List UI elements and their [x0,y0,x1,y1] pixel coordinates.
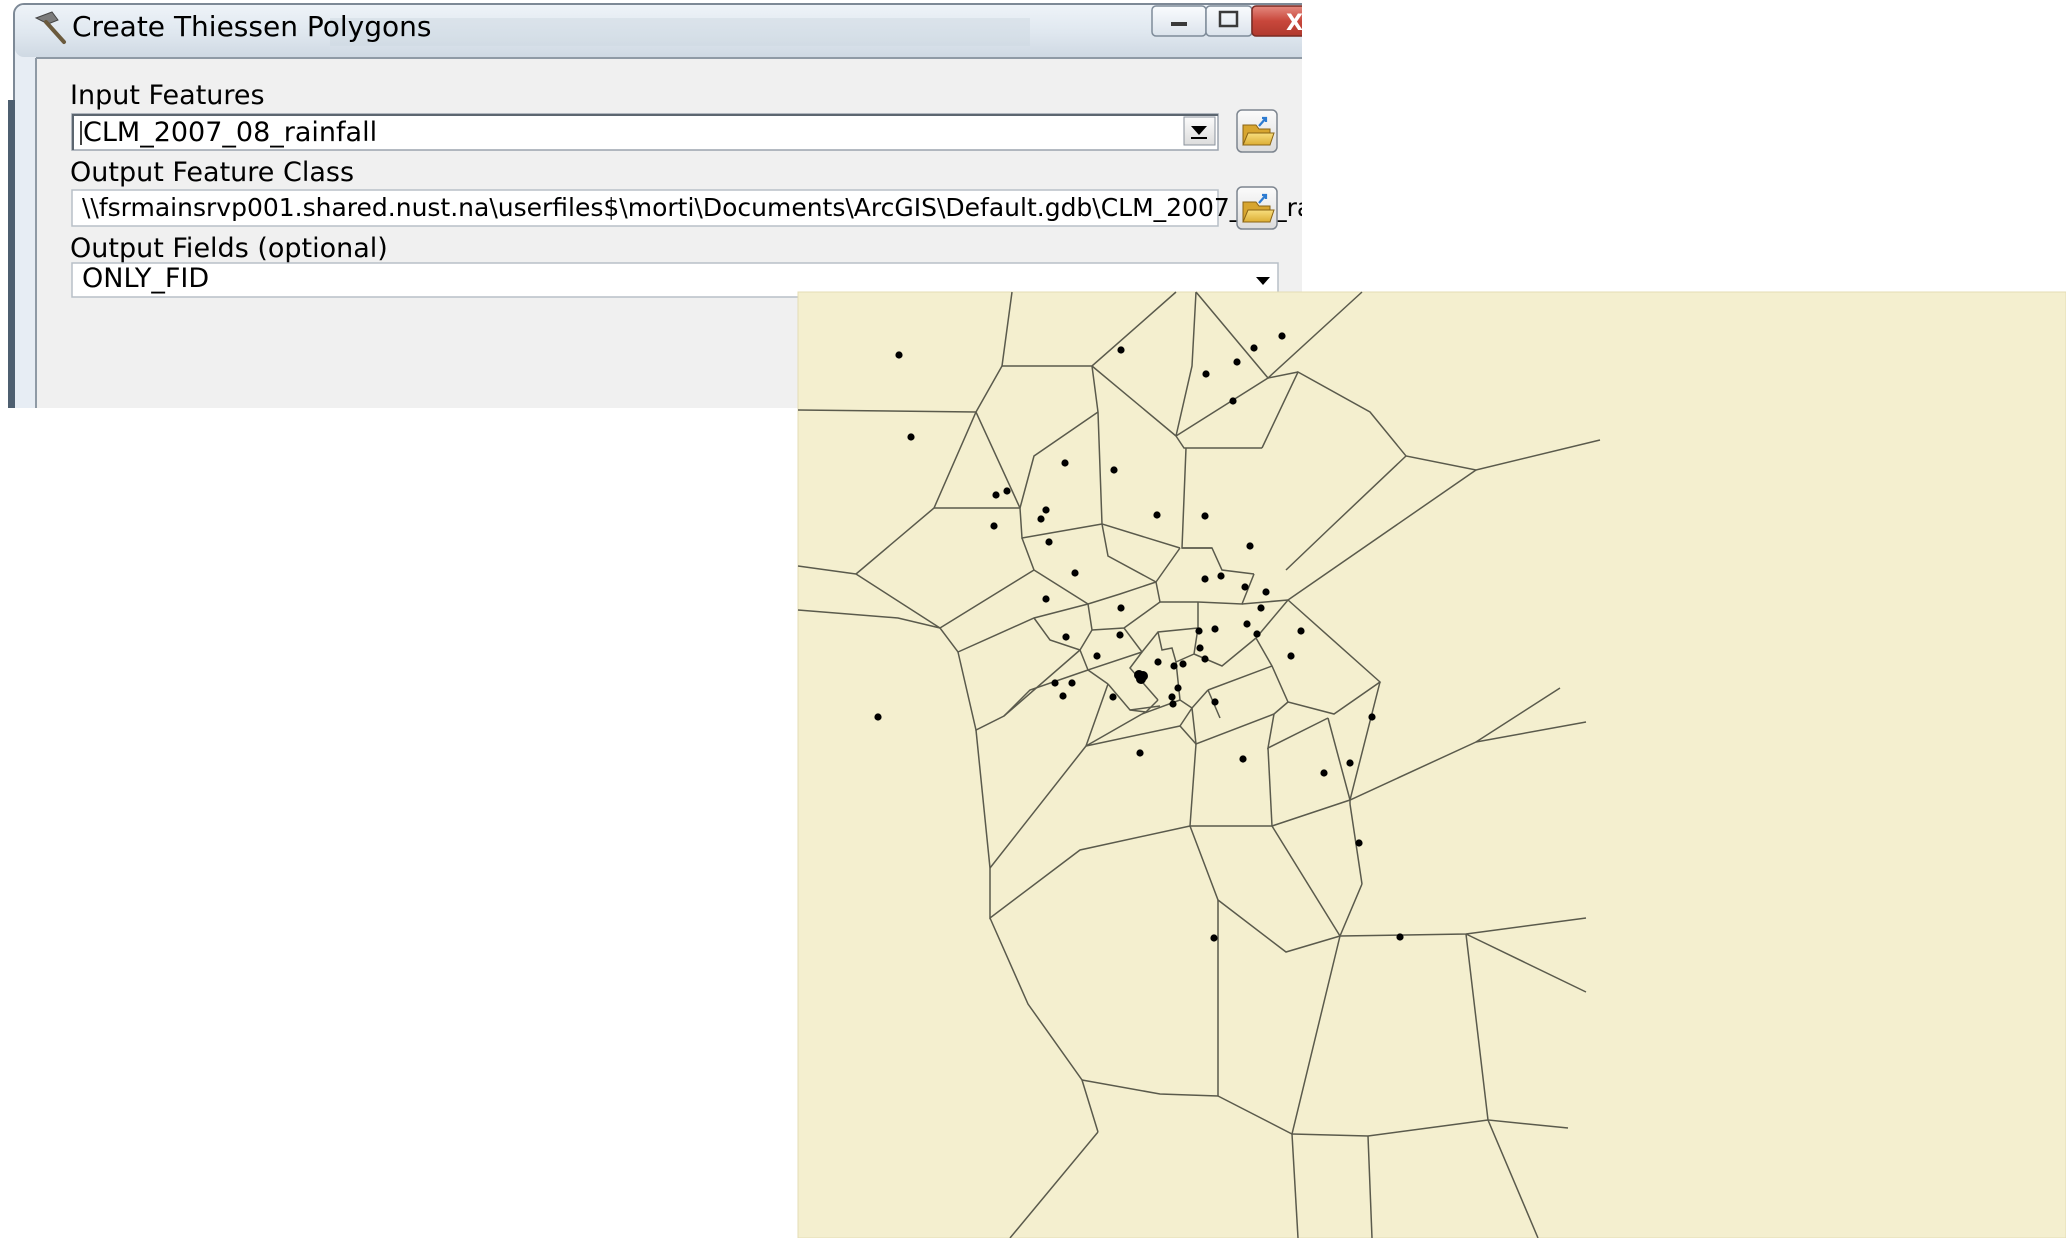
station-point [1110,466,1118,474]
station-point [1253,630,1261,638]
station-point [1117,604,1125,612]
station-point [1210,934,1218,942]
station-point [1262,588,1270,596]
station-point [1346,759,1354,767]
station-point [1278,332,1286,340]
station-point [1217,572,1225,580]
station-point [1169,700,1177,708]
station-point [1250,344,1258,352]
station-point [1136,674,1146,684]
map-background [797,291,2066,1238]
station-point [1051,679,1059,687]
station-point [1154,658,1162,666]
screenshot-canvas: Create Thiessen Polygons X Input Feature… [0,0,2066,1238]
station-point [1320,769,1328,777]
station-point [1003,487,1011,495]
station-point [1042,595,1050,603]
input-features-dropdown-button[interactable] [1183,116,1216,146]
close-button[interactable]: X [1251,5,1332,37]
station-point [1170,662,1178,670]
station-point [992,491,1000,499]
minimize-icon [1171,22,1187,26]
station-point [1062,633,1070,641]
station-point [1297,627,1305,635]
station-point [1257,604,1265,612]
station-point [1045,538,1053,546]
station-point [1396,933,1404,941]
station-point [1211,625,1219,633]
input-features-browse-button[interactable] [1236,109,1278,153]
output-feature-class-input[interactable]: \\fsrmainsrvp001.shared.nust.na\userfile… [71,189,1500,227]
station-point [1117,346,1125,354]
close-icon: X [1286,11,1303,36]
station-point [1243,620,1251,628]
output-fields-value: ONLY_FID [82,263,209,294]
thiessen-polygon-map [797,291,2066,1238]
station-point [874,713,882,721]
station-point [1037,515,1045,523]
station-point [1233,358,1241,366]
station-point [1239,755,1247,763]
station-point [1246,542,1254,550]
station-point [1071,569,1079,577]
station-point [907,433,915,441]
station-point [1229,397,1237,405]
station-point [1202,370,1210,378]
output-feature-class-label: Output Feature Class [70,157,354,188]
station-point [1061,459,1069,467]
station-point [1368,713,1376,721]
station-point [1201,575,1209,583]
station-point [1201,655,1209,663]
station-point [1116,631,1124,639]
window-title: Create Thiessen Polygons [72,10,431,43]
minimize-button[interactable] [1151,5,1207,37]
station-point [1196,644,1204,652]
station-point [1179,660,1187,668]
station-point [1201,512,1209,520]
station-point [1068,679,1076,687]
input-features-value: CLM_2007_08_rainfall [83,117,377,148]
station-point [1136,749,1144,757]
station-point [1093,652,1101,660]
station-point [1241,583,1249,591]
station-point [1355,839,1363,847]
output-feature-class-browse-button[interactable] [1236,186,1278,230]
station-point [1153,511,1161,519]
station-point [1287,652,1295,660]
output-fields-label: Output Fields (optional) [70,233,388,264]
station-point [1174,684,1182,692]
input-features-label: Input Features [70,80,265,111]
station-point [1059,692,1067,700]
station-point [1211,698,1219,706]
station-point [1195,627,1203,635]
input-features-combobox[interactable]: CLM_2007_08_rainfall [71,113,1219,151]
station-point [1168,693,1176,701]
station-point [990,522,998,530]
station-point [895,351,903,359]
station-point [1109,693,1117,701]
station-point [1042,506,1050,514]
output-feature-class-value: \\fsrmainsrvp001.shared.nust.na\userfile… [82,193,1500,222]
maximize-button[interactable] [1205,5,1253,37]
